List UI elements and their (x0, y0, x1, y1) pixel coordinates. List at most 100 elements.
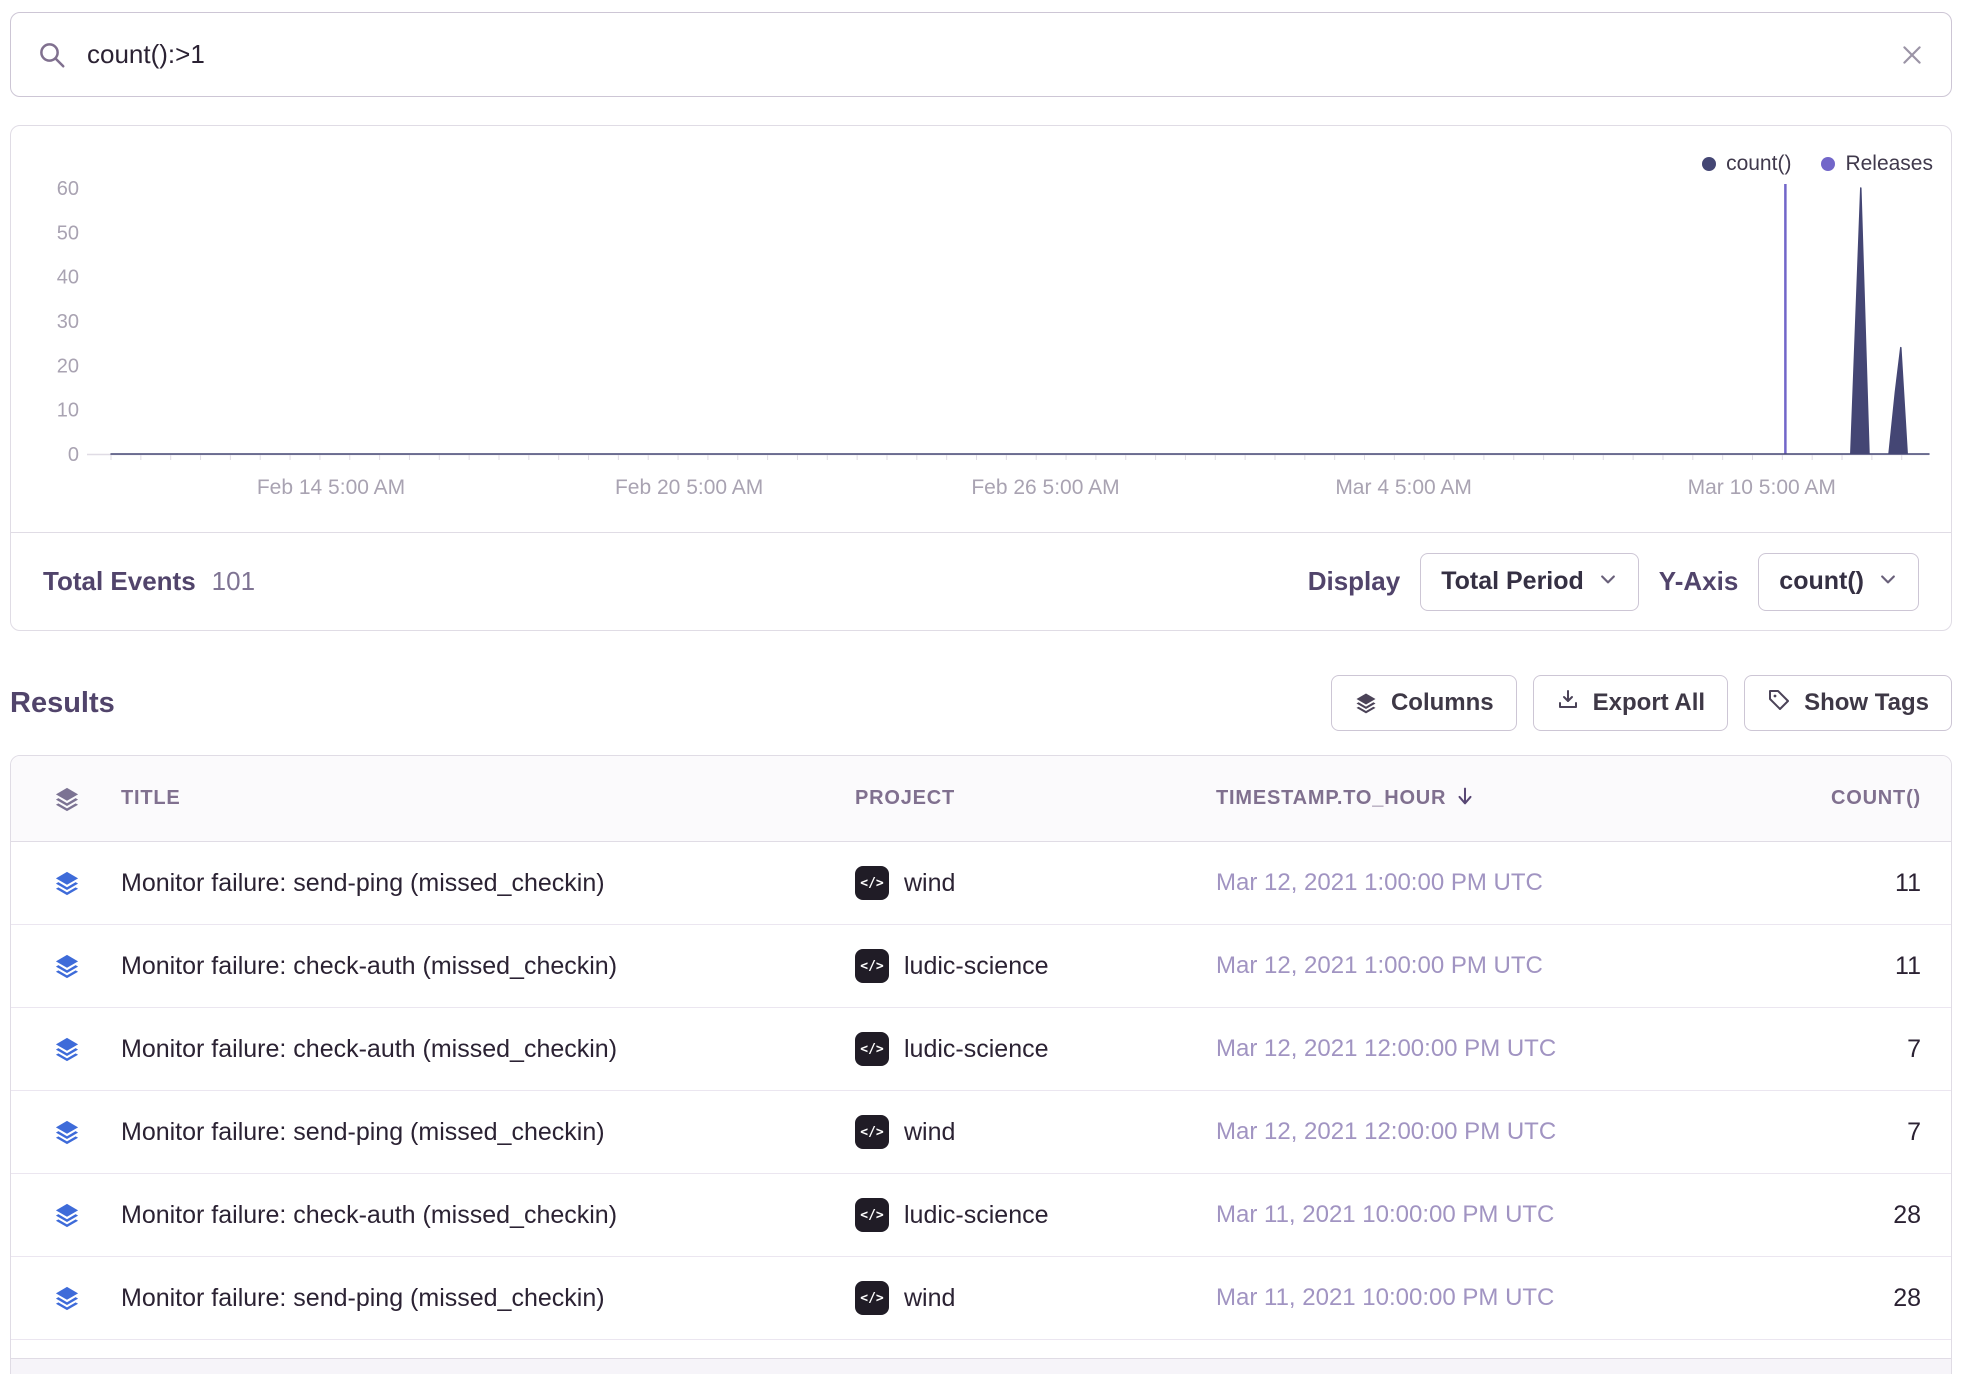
releases-series-dot (1821, 157, 1835, 171)
tag-icon (1767, 688, 1791, 719)
results-header-row: Results Columns Export All Show Tags (10, 675, 1952, 731)
event-title-link[interactable]: Monitor failure: send-ping (missed_check… (121, 869, 605, 897)
total-events-value: 101 (212, 566, 255, 597)
project-name: ludic-science (904, 952, 1049, 981)
close-icon[interactable] (1899, 42, 1925, 68)
timestamp-value: Mar 11, 2021 10:00:00 PM UTC (1216, 1201, 1554, 1228)
svg-text:10: 10 (57, 400, 79, 422)
chevron-down-icon (1878, 567, 1898, 596)
svg-text:Mar 4 5:00 AM: Mar 4 5:00 AM (1335, 476, 1472, 499)
legend-label: Releases (1845, 152, 1933, 176)
search-input[interactable] (87, 39, 1879, 70)
platform-code-icon: </> (855, 1281, 889, 1315)
table-row[interactable]: Monitor failure: send-ping (missed_check… (11, 1257, 1951, 1340)
timestamp-value: Mar 12, 2021 12:00:00 PM UTC (1216, 1035, 1556, 1062)
show-tags-button-label: Show Tags (1804, 689, 1929, 717)
layers-icon (1354, 691, 1378, 715)
svg-text:Feb 20 5:00 AM: Feb 20 5:00 AM (615, 476, 763, 499)
timestamp-value: Mar 12, 2021 1:00:00 PM UTC (1216, 869, 1543, 896)
project-name: wind (904, 1284, 955, 1313)
columns-button-label: Columns (1391, 689, 1494, 717)
results-table: TITLE PROJECT TIMESTAMP.TO_HOUR COUNT() … (10, 755, 1952, 1374)
yaxis-label: Y-Axis (1659, 566, 1739, 597)
count-value: 11 (1895, 869, 1921, 897)
svg-text:30: 30 (57, 311, 79, 333)
event-title-link[interactable]: Monitor failure: send-ping (missed_check… (121, 1284, 605, 1312)
svg-text:40: 40 (57, 267, 79, 289)
event-title-link[interactable]: Monitor failure: send-ping (missed_check… (121, 1118, 605, 1146)
download-icon (1556, 688, 1580, 719)
count-value: 28 (1893, 1201, 1921, 1229)
svg-text:Feb 14 5:00 AM: Feb 14 5:00 AM (257, 476, 405, 499)
column-header-title[interactable]: TITLE (121, 787, 855, 810)
stack-icon (53, 1284, 81, 1312)
results-heading: Results (10, 687, 115, 720)
yaxis-dropdown[interactable]: count() (1758, 553, 1919, 611)
search-icon (37, 40, 67, 70)
platform-code-icon: </> (855, 1032, 889, 1066)
show-tags-button[interactable]: Show Tags (1744, 675, 1952, 731)
event-title-link[interactable]: Monitor failure: check-auth (missed_chec… (121, 952, 617, 980)
total-events-label: Total Events (43, 566, 196, 597)
sort-desc-icon (1454, 785, 1476, 813)
timestamp-value: Mar 11, 2021 10:00:00 PM UTC (1216, 1284, 1554, 1311)
table-row[interactable]: Monitor failure: send-ping (missed_check… (11, 842, 1951, 925)
event-title-link[interactable]: Monitor failure: check-auth (missed_chec… (121, 1201, 617, 1229)
platform-code-icon: </> (855, 866, 889, 900)
stack-icon (53, 1201, 81, 1229)
export-all-button-label: Export All (1593, 689, 1705, 717)
svg-text:0: 0 (68, 444, 79, 466)
column-header-timestamp-label: TIMESTAMP.TO_HOUR (1216, 787, 1446, 810)
svg-text:50: 50 (57, 222, 79, 244)
chart-panel: 0 10 20 30 40 50 60 Feb 14 5:00 AM Feb 20 5:00 A… (10, 125, 1952, 631)
svg-text:20: 20 (57, 355, 79, 377)
table-gap (11, 1340, 1951, 1358)
stack-icon (53, 1035, 81, 1063)
table-row[interactable]: Monitor failure: check-auth (missed_chec… (11, 1174, 1951, 1257)
table-row[interactable]: Monitor failure: check-auth (missed_chec… (11, 1008, 1951, 1091)
stack-icon (53, 869, 81, 897)
stack-icon (53, 1118, 81, 1146)
count-series-dot (1702, 157, 1716, 171)
project-name: wind (904, 869, 955, 898)
project-name: wind (904, 1118, 955, 1147)
count-value: 7 (1907, 1035, 1921, 1063)
display-dropdown[interactable]: Total Period (1420, 553, 1639, 611)
count-value: 11 (1895, 952, 1921, 980)
legend-label: count() (1726, 152, 1791, 176)
legend-item-count[interactable]: count() (1702, 152, 1791, 176)
timestamp-value: Mar 12, 2021 1:00:00 PM UTC (1216, 952, 1543, 979)
event-title-link[interactable]: Monitor failure: check-auth (missed_chec… (121, 1035, 617, 1063)
table-header: TITLE PROJECT TIMESTAMP.TO_HOUR COUNT() (11, 756, 1951, 842)
display-dropdown-value: Total Period (1441, 567, 1584, 596)
project-name: ludic-science (904, 1201, 1049, 1230)
svg-text:Mar 10 5:00 AM: Mar 10 5:00 AM (1688, 476, 1836, 499)
stack-header-icon (53, 785, 81, 813)
table-body: Monitor failure: send-ping (missed_check… (11, 842, 1951, 1340)
table-row[interactable]: Monitor failure: send-ping (missed_check… (11, 1091, 1951, 1174)
events-chart: 0 10 20 30 40 50 60 Feb 14 5:00 AM Feb 20 5:00 A… (11, 126, 1951, 532)
count-value: 7 (1907, 1118, 1921, 1146)
search-bar (10, 12, 1952, 97)
stack-icon (53, 952, 81, 980)
chart-canvas: 0 10 20 30 40 50 60 Feb 14 5:00 AM Feb 20 5:00 A… (11, 126, 1949, 532)
svg-text:60: 60 (57, 178, 79, 200)
chart-legend: count() Releases (1702, 152, 1933, 176)
platform-code-icon: </> (855, 949, 889, 983)
platform-code-icon: </> (855, 1115, 889, 1149)
export-all-button[interactable]: Export All (1533, 675, 1728, 731)
table-pagination-strip (11, 1358, 1951, 1374)
count-value: 28 (1893, 1284, 1921, 1312)
project-name: ludic-science (904, 1035, 1049, 1064)
yaxis-dropdown-value: count() (1779, 567, 1864, 596)
legend-item-releases[interactable]: Releases (1821, 152, 1933, 176)
column-header-timestamp[interactable]: TIMESTAMP.TO_HOUR (1216, 785, 1611, 813)
timestamp-value: Mar 12, 2021 12:00:00 PM UTC (1216, 1118, 1556, 1145)
columns-button[interactable]: Columns (1331, 675, 1517, 731)
column-header-count[interactable]: COUNT() (1611, 787, 1949, 810)
column-header-project[interactable]: PROJECT (855, 787, 1216, 810)
svg-text:Feb 26 5:00 AM: Feb 26 5:00 AM (971, 476, 1119, 499)
table-row[interactable]: Monitor failure: check-auth (missed_chec… (11, 925, 1951, 1008)
display-label: Display (1308, 566, 1401, 597)
platform-code-icon: </> (855, 1198, 889, 1232)
